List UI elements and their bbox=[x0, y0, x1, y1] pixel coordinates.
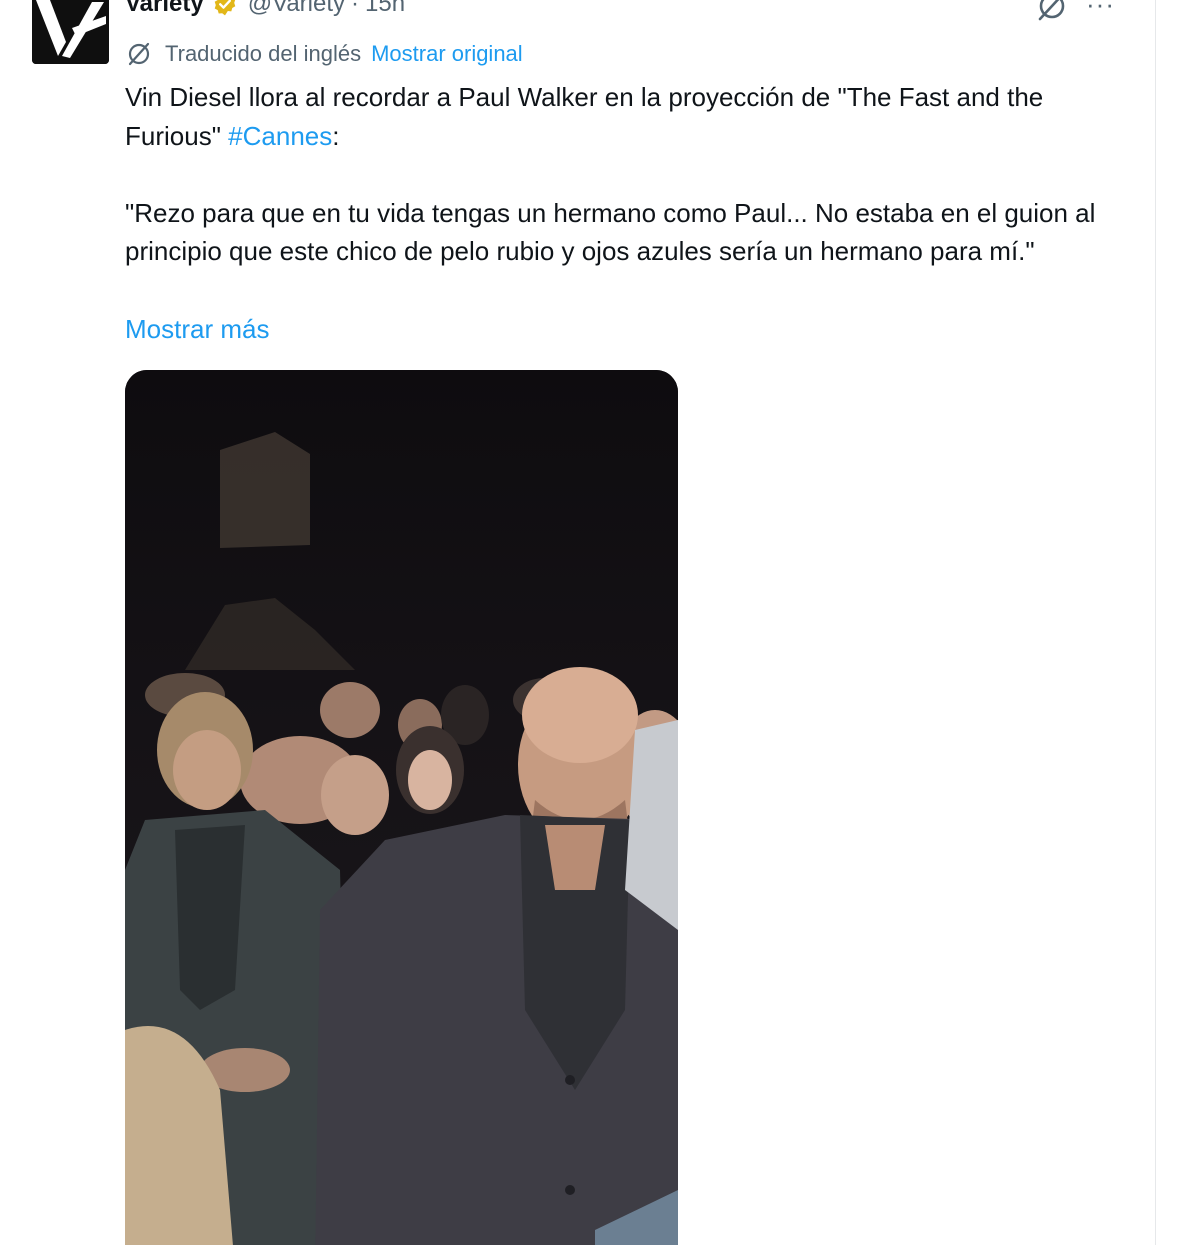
translate-icon bbox=[128, 42, 150, 66]
show-more-link[interactable]: Mostrar más bbox=[125, 310, 269, 348]
tweet-timestamp[interactable]: 15h bbox=[365, 0, 405, 18]
timeline-border bbox=[1155, 0, 1156, 1245]
verified-badge-icon bbox=[214, 0, 236, 16]
translated-from-label: Traducido del inglés bbox=[165, 41, 362, 66]
tweet-headline-end: : bbox=[332, 120, 340, 151]
tweet-video[interactable] bbox=[125, 370, 678, 1245]
variety-logo-icon bbox=[32, 0, 109, 64]
tweet-header: Variety @Variety · 15h bbox=[125, 0, 405, 22]
video-thumbnail bbox=[125, 370, 678, 1245]
author-handle[interactable]: @Variety bbox=[248, 0, 345, 18]
tweet-page: Variety @Variety · 15h ··· Traducido del… bbox=[0, 0, 1200, 1245]
more-options-icon[interactable]: ··· bbox=[1086, 0, 1122, 18]
tweet-text: Vin Diesel llora al recordar a Paul Walk… bbox=[125, 78, 1125, 271]
hashtag-link[interactable]: #Cannes bbox=[228, 121, 332, 151]
tweet-headline: Vin Diesel llora al recordar a Paul Walk… bbox=[125, 78, 1125, 155]
show-original-link[interactable]: Mostrar original bbox=[371, 41, 523, 67]
tweet-quote: "Rezo para que en tu vida tengas un herm… bbox=[125, 197, 1096, 267]
translation-notice: Traducido del inglés Mostrar original bbox=[125, 38, 523, 70]
header-separator: · bbox=[351, 0, 360, 17]
author-avatar[interactable] bbox=[32, 0, 109, 64]
author-display-name[interactable]: Variety bbox=[125, 0, 204, 18]
grok-icon[interactable] bbox=[1034, 0, 1070, 24]
